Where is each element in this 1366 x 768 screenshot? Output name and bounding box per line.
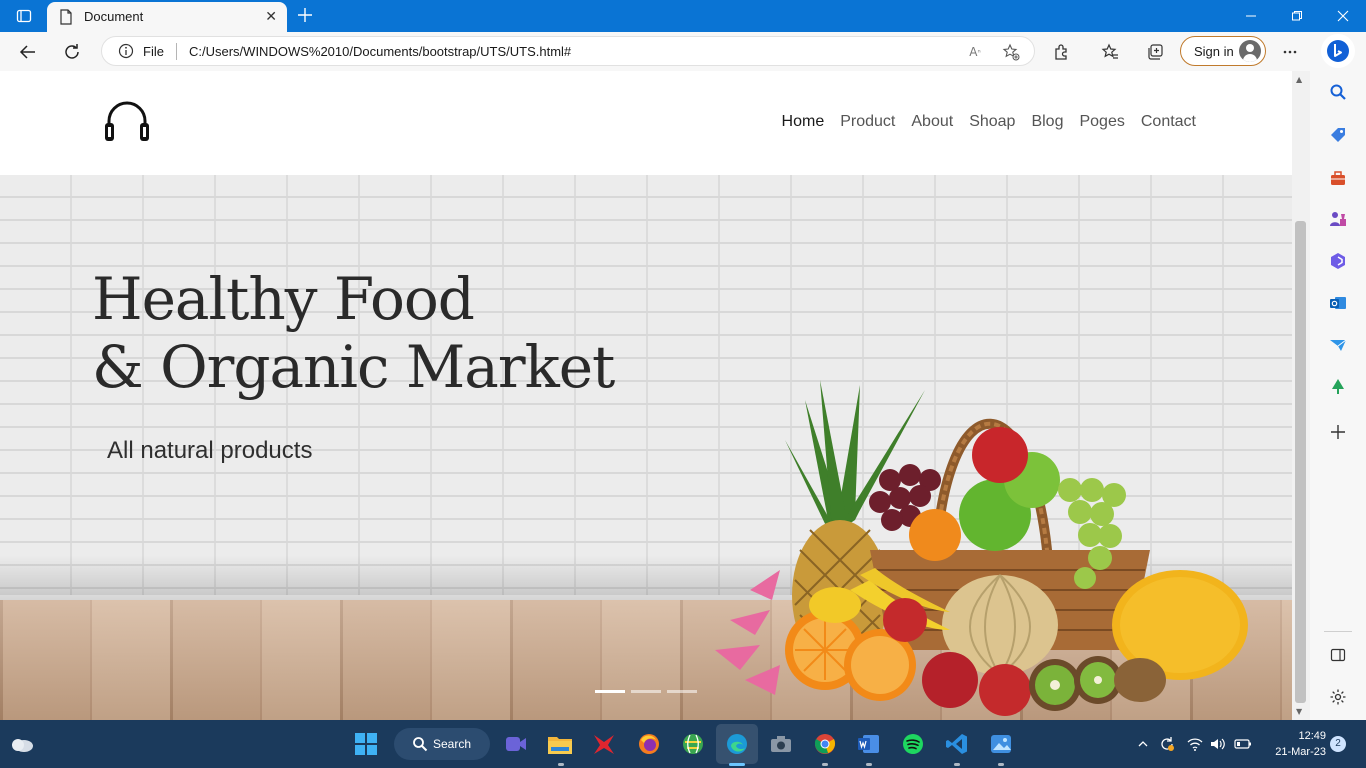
scroll-up-arrow-icon[interactable]: ▲ [1296, 75, 1302, 84]
headphones-logo-icon[interactable] [102, 101, 152, 147]
nav-poges[interactable]: Poges [1079, 113, 1124, 131]
shopping-tag-icon[interactable] [1327, 124, 1349, 146]
address-scheme: File [143, 44, 164, 59]
clock-date: 21-Mar-23 [1275, 746, 1326, 758]
hero-subtitle: All natural products [107, 437, 313, 464]
spotify-icon[interactable] [897, 728, 929, 760]
nav-blog[interactable]: Blog [1031, 113, 1063, 131]
tab-title: Document [84, 9, 144, 24]
nav-home[interactable]: Home [782, 113, 825, 131]
hero-carousel: Healthy Food & Organic Market All natura… [0, 175, 1292, 720]
tab-close-icon[interactable]: ✕ [265, 9, 277, 25]
close-window-button[interactable] [1320, 0, 1366, 32]
address-url[interactable]: C:/Users/WINDOWS%2010/Documents/bootstra… [189, 44, 571, 59]
address-bar[interactable]: File C:/Users/WINDOWS%2010/Documents/boo… [101, 36, 1035, 66]
browser-titlebar: Document ✕ [0, 0, 1366, 32]
hide-sidebar-icon[interactable] [1327, 644, 1349, 666]
hero-title-line1: Healthy Food [92, 265, 475, 333]
site-menu: Home Product About Shoap Blog Poges Cont… [782, 113, 1196, 131]
windows-taskbar: Search 12:49 21-Mar-23 2 [0, 720, 1366, 768]
nav-product[interactable]: Product [840, 113, 895, 131]
restore-button[interactable] [1274, 0, 1320, 32]
carousel-indicator-3[interactable] [667, 690, 697, 693]
add-favorite-icon[interactable] [1000, 43, 1022, 61]
copilot-app-icon[interactable] [1327, 250, 1349, 272]
sign-in-label: Sign in [1194, 44, 1234, 59]
info-icon[interactable] [118, 43, 134, 63]
edge-running-dot [729, 763, 745, 766]
volume-icon[interactable] [1207, 734, 1227, 754]
battery-icon[interactable] [1233, 734, 1253, 754]
edge-browser-icon[interactable] [721, 728, 753, 760]
scroll-down-arrow-icon[interactable]: ▼ [1296, 707, 1302, 716]
hero-title: Healthy Food & Organic Market [92, 265, 615, 401]
globe-app-icon[interactable] [677, 728, 709, 760]
wifi-icon[interactable] [1185, 734, 1205, 754]
browser-toolbar: File C:/Users/WINDOWS%2010/Documents/boo… [0, 32, 1366, 71]
refresh-button[interactable] [58, 38, 86, 66]
word-icon[interactable] [853, 728, 885, 760]
tools-icon[interactable] [1327, 167, 1349, 189]
read-aloud-icon[interactable]: Aⁿ [964, 43, 986, 61]
tab-actions-icon[interactable] [8, 4, 40, 28]
address-separator [176, 43, 177, 60]
photos-icon[interactable] [985, 728, 1017, 760]
back-button[interactable] [14, 38, 42, 66]
teams-meet-icon[interactable] [500, 728, 532, 760]
show-hidden-icons-chevron-up-icon[interactable] [1133, 734, 1153, 754]
vscode-icon[interactable] [941, 728, 973, 760]
profile-avatar-icon [1239, 40, 1261, 62]
red-app-icon[interactable] [588, 728, 620, 760]
vscode-running-dot [954, 763, 960, 766]
bing-copilot-icon[interactable] [1321, 34, 1355, 68]
page-scrollbar[interactable]: ▲ ▼ [1292, 71, 1310, 720]
carousel-indicators [595, 690, 697, 693]
favorites-icon[interactable] [1096, 38, 1124, 66]
games-icon[interactable] [1327, 208, 1349, 230]
sidebar-divider [1324, 631, 1352, 632]
search-icon[interactable] [1327, 81, 1349, 103]
new-tab-button[interactable] [293, 3, 317, 27]
taskbar-search-button[interactable]: Search [394, 728, 490, 760]
photos-running-dot [998, 763, 1004, 766]
chrome-running-dot [822, 763, 828, 766]
file-explorer-icon[interactable] [544, 728, 576, 760]
scrollbar-thumb[interactable] [1295, 221, 1306, 703]
firefox-icon[interactable] [633, 728, 665, 760]
settings-gear-icon[interactable] [1327, 686, 1349, 708]
camera-icon[interactable] [765, 728, 797, 760]
page-viewport: Home Product About Shoap Blog Poges Cont… [0, 71, 1292, 720]
notification-badge[interactable]: 2 [1330, 736, 1346, 752]
explorer-running-dot [558, 763, 564, 766]
carousel-indicator-2[interactable] [631, 690, 661, 693]
sync-icon[interactable] [1157, 734, 1177, 754]
fruit-basket-image [710, 380, 1255, 720]
minimize-button[interactable] [1228, 0, 1274, 32]
nav-shoap[interactable]: Shoap [969, 113, 1015, 131]
carousel-indicator-1[interactable] [595, 690, 625, 693]
search-icon [412, 736, 428, 756]
add-app-icon[interactable] [1327, 421, 1349, 443]
nav-contact[interactable]: Contact [1141, 113, 1196, 131]
tree-icon[interactable] [1327, 376, 1349, 398]
more-options-icon[interactable] [1276, 38, 1304, 66]
site-navbar: Home Product About Shoap Blog Poges Cont… [0, 71, 1292, 175]
chrome-icon[interactable] [809, 728, 841, 760]
outlook-icon[interactable] [1327, 292, 1349, 314]
weather-widget-icon[interactable] [6, 728, 38, 760]
start-button-icon[interactable] [350, 728, 382, 760]
collections-icon[interactable] [1141, 38, 1169, 66]
extensions-icon[interactable] [1048, 38, 1076, 66]
browser-tab[interactable]: Document ✕ [47, 2, 287, 32]
clock-time: 12:49 [1298, 730, 1326, 742]
nav-about[interactable]: About [911, 113, 953, 131]
sign-in-button[interactable]: Sign in [1180, 36, 1266, 66]
send-icon[interactable] [1327, 334, 1349, 356]
hero-title-line2: & Organic Market [92, 333, 615, 401]
page-icon [59, 9, 73, 29]
word-running-dot [866, 763, 872, 766]
taskbar-search-label: Search [433, 737, 472, 751]
system-clock[interactable]: 12:49 21-Mar-23 [1262, 728, 1326, 760]
